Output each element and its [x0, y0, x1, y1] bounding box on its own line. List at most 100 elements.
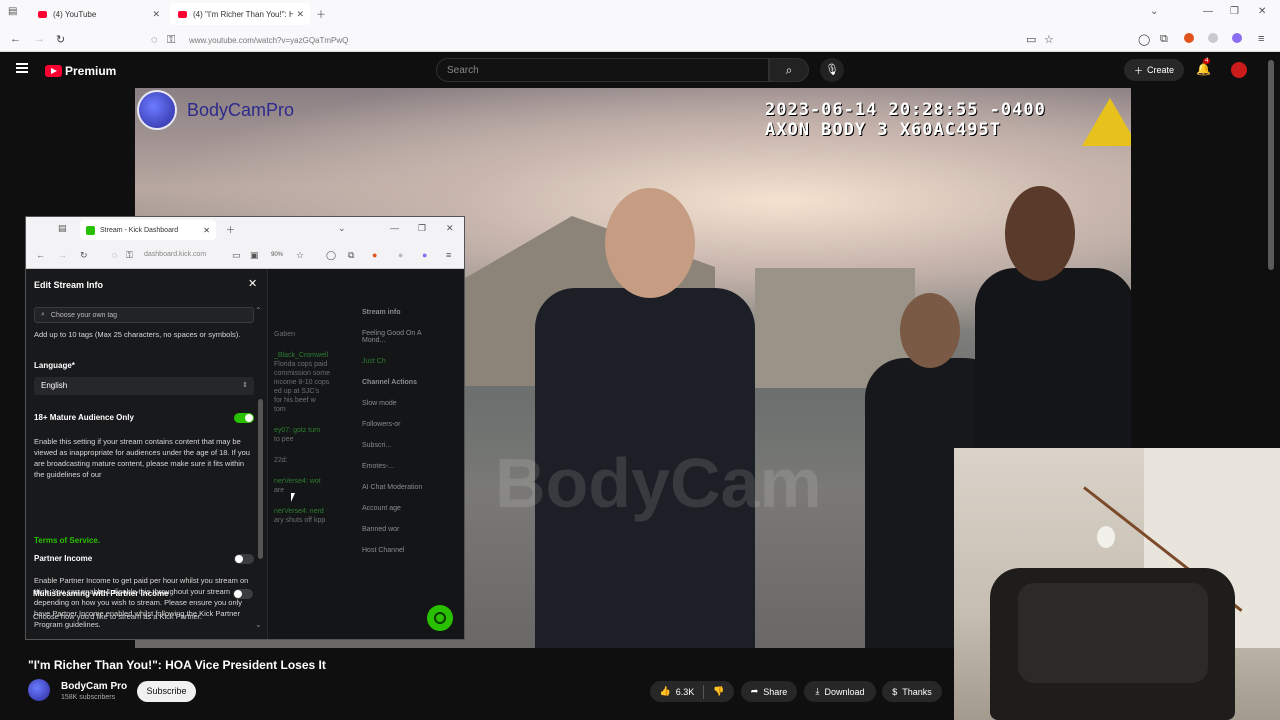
- scroll-down-icon[interactable]: ⌄: [255, 620, 262, 629]
- terms-of-service-link[interactable]: Terms of Service.: [34, 536, 100, 545]
- share-button[interactable]: ➦ Share: [741, 681, 797, 702]
- voice-search-button[interactable]: 🎙: [820, 58, 844, 82]
- download-label: Download: [824, 686, 865, 697]
- scrollbar-thumb[interactable]: [258, 399, 263, 559]
- extension-audio-icon[interactable]: ●: [398, 250, 403, 260]
- tab-kick-dashboard[interactable]: Stream - Kick Dashboard ✕: [80, 220, 216, 240]
- thumbs-down-icon[interactable]: 👎: [713, 686, 724, 697]
- chat-column: Gaben _Black_Cromwell Florida cops paid …: [274, 331, 354, 538]
- menu-icon[interactable]: ≡: [446, 250, 451, 260]
- reader-icon[interactable]: ▭: [1026, 33, 1036, 46]
- language-select[interactable]: English ⇕: [34, 377, 254, 395]
- address-field[interactable]: ◌ ⚿ www.youtube.com/watch?v=yazGQaTmPwQ: [145, 31, 1065, 49]
- restore-icon[interactable]: ❐: [418, 223, 426, 234]
- tab-list-icon[interactable]: ▤: [58, 223, 67, 234]
- tab-youtube[interactable]: (4) YouTube ✕: [30, 3, 166, 25]
- shield-icon[interactable]: ◌: [151, 34, 158, 46]
- mature-toggle[interactable]: [234, 413, 254, 423]
- youtube-logo[interactable]: Premium: [45, 64, 116, 78]
- like-count[interactable]: 6.3K: [676, 687, 695, 697]
- chevron-down-icon[interactable]: ⌄: [1150, 6, 1158, 17]
- subscribers-only-item[interactable]: Subscri...: [362, 442, 428, 449]
- tab-title: Stream - Kick Dashboard: [100, 226, 179, 234]
- back-icon[interactable]: ←: [36, 250, 45, 260]
- reader-icon[interactable]: ▭: [232, 250, 241, 261]
- account-icon[interactable]: ◯: [326, 250, 336, 261]
- minimize-icon[interactable]: —: [1203, 6, 1213, 17]
- extensions-icon[interactable]: ⧉: [1160, 33, 1168, 46]
- subscribe-button[interactable]: Subscribe: [137, 681, 196, 702]
- avatar[interactable]: [1231, 62, 1247, 78]
- extensions-icon[interactable]: ⧉: [348, 250, 354, 261]
- new-tab-icon[interactable]: ＋: [226, 223, 235, 236]
- hamburger-menu-icon[interactable]: [16, 63, 28, 73]
- account-age-item[interactable]: Account age: [362, 505, 428, 512]
- language-value: English: [41, 381, 68, 390]
- scroll-up-icon[interactable]: ⌃: [255, 306, 262, 315]
- thanks-label: Thanks: [902, 686, 932, 697]
- bookmark-star-icon[interactable]: ☆: [1044, 33, 1054, 46]
- chevron-down-icon[interactable]: ⌄: [338, 223, 346, 234]
- create-button[interactable]: ＋ Create: [1124, 59, 1184, 81]
- tag-input[interactable]: ⌕ Choose your own tag: [34, 307, 254, 323]
- back-icon[interactable]: ←: [10, 33, 21, 45]
- reload-icon[interactable]: ↻: [80, 250, 88, 261]
- ai-chat-moderation-item[interactable]: AI Chat Moderation: [362, 484, 428, 491]
- page-scrollbar[interactable]: [1268, 60, 1274, 270]
- chat-line: to pee: [274, 436, 294, 443]
- close-window-icon[interactable]: ✕: [1258, 6, 1266, 17]
- screenshot-icon[interactable]: ▣: [250, 250, 259, 261]
- menu-icon[interactable]: ≡: [1258, 33, 1264, 45]
- lock-icon[interactable]: ⚿: [126, 250, 133, 261]
- search-input[interactable]: Search: [436, 58, 769, 82]
- tab-list-icon[interactable]: ▤: [8, 6, 17, 17]
- emotes-only-item[interactable]: Emotes-...: [362, 463, 428, 470]
- banned-words-item[interactable]: Banned wor: [362, 526, 428, 533]
- bookmark-star-icon[interactable]: ☆: [296, 250, 304, 261]
- webcam-overlay: [954, 448, 1280, 720]
- extension-fox-icon[interactable]: [1184, 33, 1194, 43]
- search-button[interactable]: ⌕: [769, 58, 809, 82]
- download-button[interactable]: ⤓ Download: [804, 681, 876, 702]
- new-tab-icon[interactable]: ＋: [316, 6, 326, 21]
- kick-support-button[interactable]: [427, 605, 453, 631]
- minimize-icon[interactable]: —: [390, 223, 399, 233]
- tab-close-icon[interactable]: ✕: [203, 226, 210, 235]
- close-window-icon[interactable]: ✕: [446, 223, 454, 234]
- close-icon[interactable]: ✕: [248, 277, 257, 290]
- thanks-button[interactable]: $ Thanks: [882, 681, 942, 702]
- extension-purple-icon[interactable]: [1232, 33, 1242, 43]
- kick-address-url[interactable]: dashboard.kick.com: [144, 251, 206, 258]
- stream-category[interactable]: Just Ch: [362, 358, 428, 365]
- host-channel-item[interactable]: Host Channel: [362, 547, 428, 554]
- multistream-toggle[interactable]: [233, 589, 253, 599]
- zoom-level[interactable]: 90%: [271, 252, 283, 258]
- tab-close-icon[interactable]: ✕: [152, 9, 160, 20]
- video-watermark: BodyCam: [495, 444, 822, 522]
- extension-fox-icon[interactable]: ●: [372, 250, 377, 260]
- slow-mode-item[interactable]: Slow mode: [362, 400, 428, 407]
- kick-tab-bar: ▤ Stream - Kick Dashboard ✕ ＋ ⌄ — ❐ ✕: [26, 217, 464, 243]
- channel-name[interactable]: BodyCam Pro: [61, 681, 127, 692]
- account-icon[interactable]: ◯: [1138, 33, 1150, 46]
- chat-line: Gaben: [274, 331, 296, 338]
- lock-icon[interactable]: ⚿: [167, 34, 175, 47]
- shield-icon[interactable]: ◌: [112, 250, 117, 260]
- extension-purple-icon[interactable]: ●: [422, 250, 427, 260]
- notifications-button[interactable]: 🔔 4: [1196, 58, 1211, 76]
- tab-video[interactable]: (4) "I'm Richer Than You!": H ✕: [170, 3, 310, 25]
- restore-icon[interactable]: ❐: [1230, 6, 1239, 17]
- modal-scrollbar[interactable]: [258, 309, 263, 629]
- thumbs-up-icon[interactable]: 👍: [660, 686, 671, 697]
- forward-icon[interactable]: →: [34, 33, 45, 45]
- partner-income-toggle[interactable]: [234, 554, 254, 564]
- forward-icon[interactable]: →: [58, 250, 67, 260]
- channel-avatar[interactable]: [28, 679, 50, 701]
- tab-close-icon[interactable]: ✕: [296, 9, 304, 20]
- stream-info-heading[interactable]: Stream info: [362, 309, 428, 316]
- reload-icon[interactable]: ↻: [56, 33, 65, 46]
- kick-browser-window: ▤ Stream - Kick Dashboard ✕ ＋ ⌄ — ❐ ✕ ← …: [25, 216, 465, 640]
- followers-only-item[interactable]: Followers-or: [362, 421, 428, 428]
- extension-audio-icon[interactable]: [1208, 33, 1218, 43]
- stream-title[interactable]: Feeling Good On A Mond...: [362, 330, 428, 344]
